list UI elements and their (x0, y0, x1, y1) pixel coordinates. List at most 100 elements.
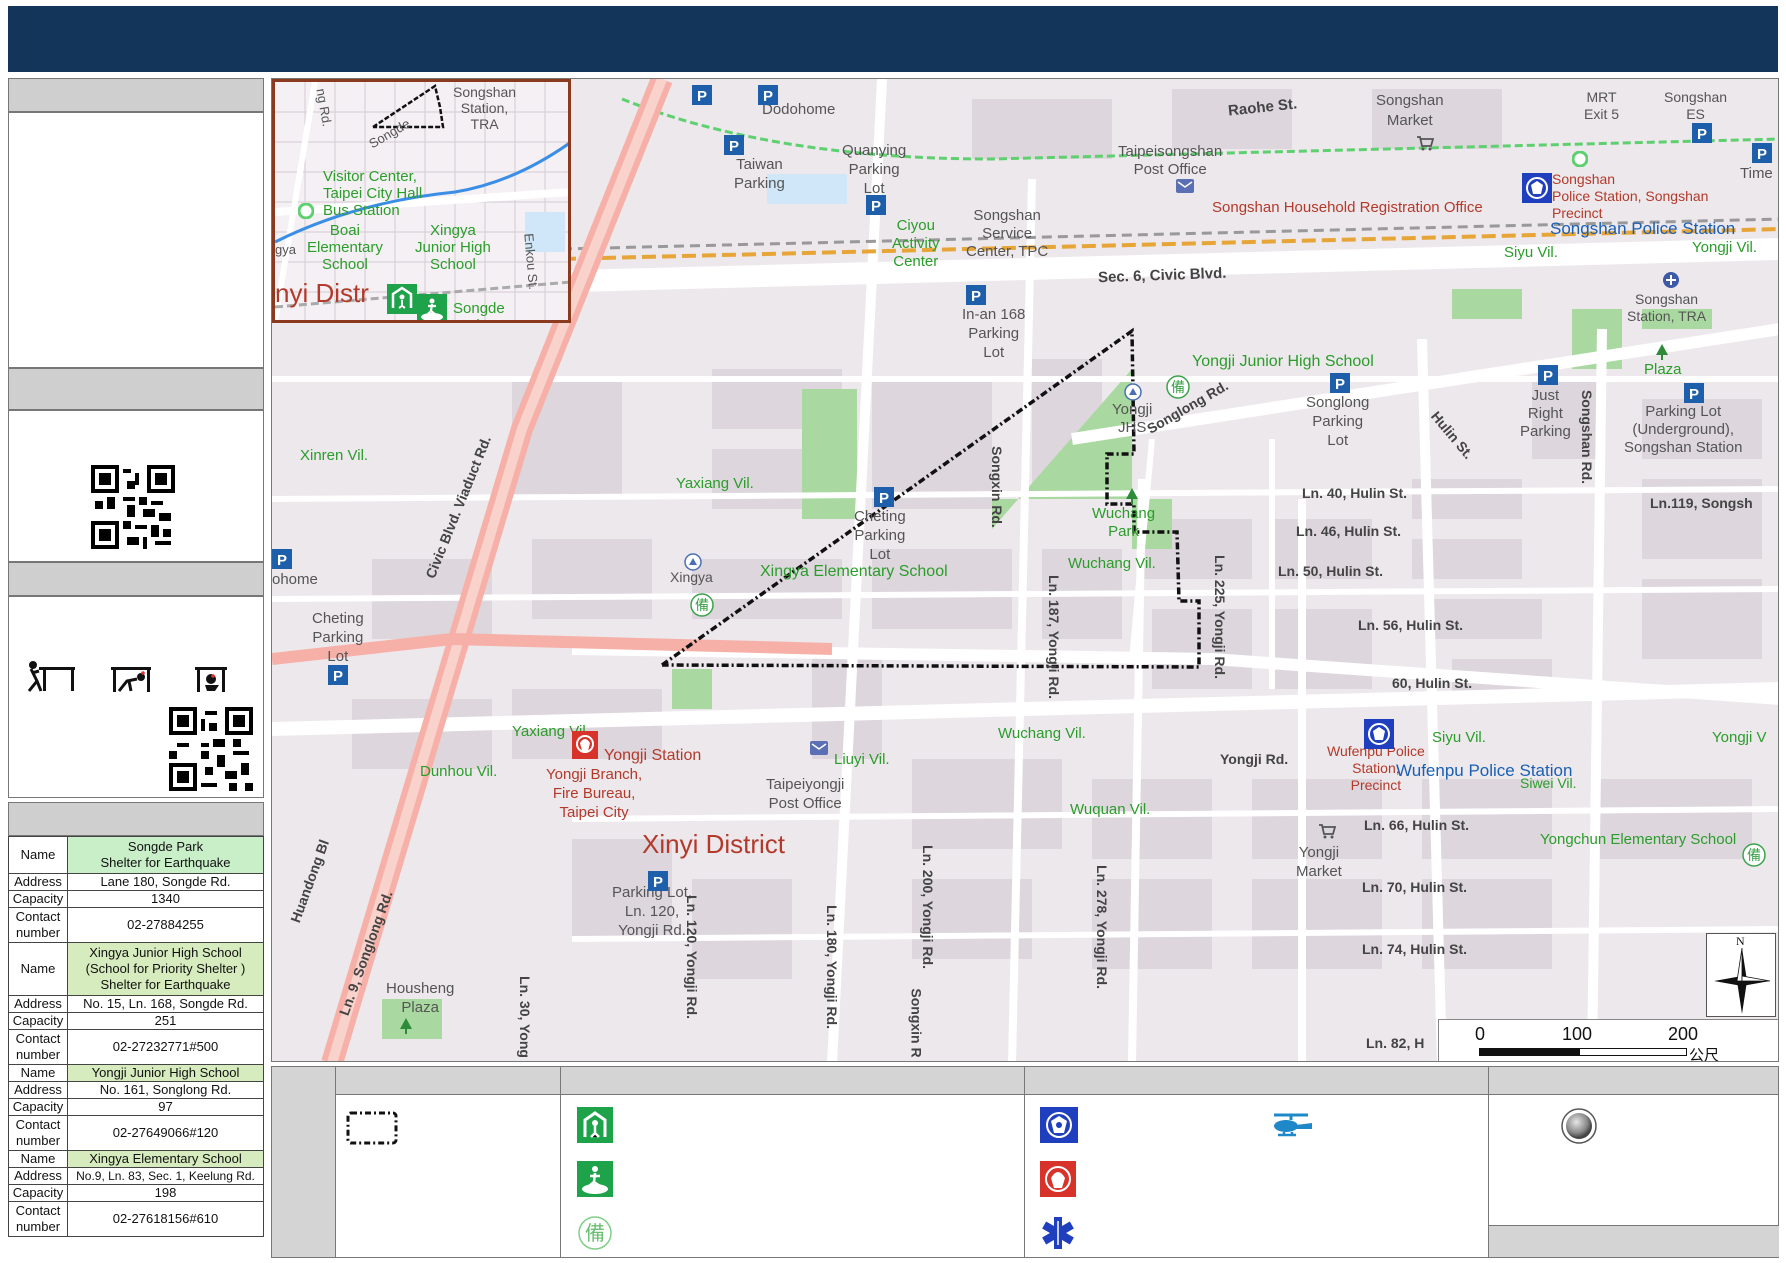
songshan-station-label: Songshan Station, TRA (1627, 291, 1707, 324)
yongchun-es-label: Yongchun Elementary School (1540, 831, 1737, 848)
time-label: Time (1740, 165, 1773, 182)
inan-label: In-an 168 Parking Lot (962, 306, 1026, 361)
police-icon (1364, 719, 1394, 749)
parking-icon: P (866, 195, 886, 215)
shelter-2-contact: 02-27232771#500 (67, 1029, 264, 1065)
ln225-label: Ln. 225, Yongji Rd. (1211, 555, 1228, 679)
name-label: Name (8, 942, 68, 996)
capacity-label: Capacity (8, 1098, 68, 1116)
police-icon (1522, 173, 1552, 203)
address-label: Address (8, 1167, 68, 1185)
shelter-info-tables: Name Songde Park Shelter for Earthquake A… (8, 836, 264, 1237)
inset-evacuation-icon (417, 294, 447, 320)
legend-footer-cell (1489, 1225, 1779, 1257)
compass: N (1706, 933, 1776, 1017)
svg-text:P: P (1697, 126, 1707, 143)
shelter-3-address: No. 161, Songlong Rd. (67, 1081, 264, 1099)
ln40-label: Ln. 40, Hulin St. (1302, 485, 1408, 501)
svg-text:P: P (1335, 376, 1345, 393)
ln56-label: Ln. 56, Hulin St. (1358, 617, 1464, 633)
shelter-2-address: No. 15, Ln. 168, Songde Rd. (67, 995, 264, 1013)
svg-text:P: P (697, 88, 707, 105)
shelter-table: Name Songde Park Shelter for Earthquake A… (8, 836, 264, 1237)
parking-icon: P (648, 871, 668, 891)
ln278-label: Ln. 278, Yongji Rd. (1093, 865, 1110, 989)
contact-label: Contact number (8, 1201, 68, 1237)
ln200-label: Ln. 200, Yongji Rd. (919, 845, 936, 969)
qr-code-icon[interactable] (91, 465, 175, 549)
inset-visitor-label: Visitor Center, Taipei City Hall Bus Sta… (323, 168, 423, 219)
yongji-station-label: Yongji Station (604, 747, 702, 764)
svg-text:備: 備 (1171, 380, 1185, 396)
hold-on-icon (195, 667, 227, 692)
yongji-branch-label: Yongji Branch, Fire Bureau, Taipei City (546, 766, 643, 821)
scale-bar: 0 100 200 公尺 (1438, 1019, 1778, 1062)
songshan-hro-label: Songshan Household Registration Office (1212, 199, 1483, 216)
address-label: Address (8, 1081, 68, 1099)
drop-icon (27, 661, 75, 692)
address-label: Address (8, 995, 68, 1013)
wuchang-park-label: Wuchang Park (1092, 505, 1156, 540)
inset-district-label: nyi Distr (275, 278, 369, 308)
shelter-1-contact: 02-27884255 (67, 907, 264, 943)
housheng-label: Housheng Plaza (386, 980, 455, 1016)
scale-tick-200: 200 (1668, 1024, 1699, 1044)
district-label: Xinyi District (642, 829, 786, 859)
qr-code-action-icon[interactable] (169, 707, 253, 791)
yongji-rd-label: Yongji Rd. (1220, 751, 1289, 767)
yaxiang-vil-label: Yaxiang Vil. (676, 475, 754, 492)
table-row: Capacity 1340 (8, 890, 264, 908)
ln60-label: 60, Hulin St. (1392, 675, 1473, 691)
svg-text:P: P (971, 288, 981, 305)
svg-text:備: 備 (585, 1221, 605, 1245)
boundary-icon (346, 1111, 398, 1145)
mrt-icon (1572, 151, 1588, 167)
cheting-parking-label: Cheting Parking Lot (854, 508, 906, 563)
table-row: Address Lane 180, Songde Rd. (8, 873, 264, 891)
market-icon (1319, 824, 1336, 839)
sidebar-action-box (8, 596, 264, 798)
table-row: Contact number 02-27649066#120 (8, 1115, 264, 1151)
inset-map[interactable]: Songshan Station, TRA Visitor Center, Ta… (272, 79, 571, 323)
fire-icon (1040, 1161, 1076, 1197)
reserve-shelter-icon: 備 (1742, 843, 1766, 867)
svg-text:備: 備 (695, 598, 709, 614)
school-icon (684, 553, 702, 571)
reserve-shelter-icon: 備 (1166, 375, 1190, 399)
parking-icon: P (272, 549, 292, 569)
table-row: Name Xingya Elementary School (8, 1150, 264, 1168)
inset-songde-label: Songde Park (453, 300, 505, 320)
assembly-point-icon (1561, 1108, 1597, 1144)
siyu-vil-2-label: Siyu Vil. (1432, 729, 1486, 746)
shelter-2-capacity: 251 (67, 1012, 264, 1030)
school-icon (1124, 383, 1142, 401)
ln30-label: Ln. 30, Yong (516, 976, 533, 1058)
ciyou-label: Ciyou Activity Center (892, 217, 940, 270)
scale-unit: 公尺 (1689, 1046, 1720, 1062)
wuchang-vil-2-label: Wuchang Vil. (998, 725, 1086, 742)
svg-text:P: P (871, 198, 881, 215)
market-icon (1417, 136, 1434, 151)
table-row: Address No. 15, Ln. 168, Songde Rd. (8, 995, 264, 1013)
inset-xi-label: Xi (447, 321, 466, 323)
sidebar-title-bar (8, 78, 264, 112)
ln180-label: Ln. 180, Yongji Rd. (823, 905, 840, 1029)
parking-icon: P (1538, 365, 1558, 385)
ln50-label: Ln. 50, Hulin St. (1278, 563, 1384, 579)
scale-tick-0: 0 (1475, 1024, 1486, 1044)
yongji-v-label: Yongji V (1712, 729, 1767, 746)
shelter-4-contact: 02-27618156#610 (67, 1201, 264, 1237)
yongji-market-label: Yongji Market (1296, 844, 1342, 880)
parking-120-label: Parking Lot, Ln. 120, Yongji Rd. (612, 884, 693, 939)
liuyi-vil-label: Liuyi Vil. (834, 751, 890, 768)
legend-divider (560, 1067, 561, 1257)
songshan-service-label: Songshan Service Center, TPC (966, 207, 1049, 260)
fire-station-icon (572, 731, 598, 759)
siwei-vil-label: Siwei Vil. (1520, 775, 1577, 791)
songshan-precinct-label: Songshan Police Station, Songshan Precin… (1552, 171, 1709, 221)
shelter-4-capacity: 198 (67, 1184, 264, 1202)
siyu-vil-label: Siyu Vil. (1504, 244, 1558, 261)
main-map[interactable]: Songshan Station, TRA Visitor Center, Ta… (271, 78, 1779, 1062)
table-row: Capacity 198 (8, 1184, 264, 1202)
parking-icon: P (1684, 383, 1704, 403)
